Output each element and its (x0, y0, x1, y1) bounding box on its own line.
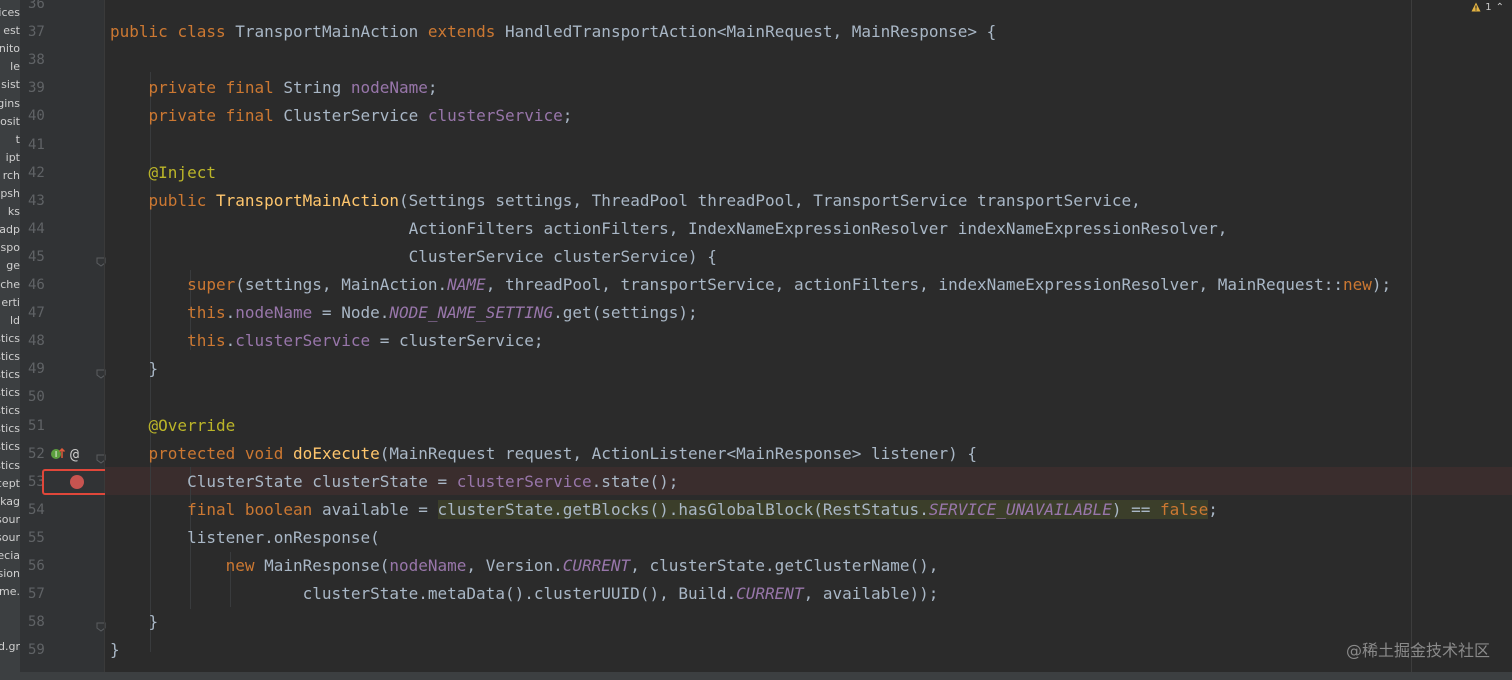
project-tree-item[interactable]: rch (0, 167, 20, 185)
project-tree-item[interactable]: stics (0, 420, 20, 438)
code-line[interactable]: ActionFilters actionFilters, IndexNameEx… (110, 215, 1228, 243)
line-number[interactable]: 48 (28, 327, 56, 355)
project-tree-item[interactable]: d.gr (0, 638, 20, 656)
line-number[interactable]: 40 (28, 102, 56, 130)
project-tree-item[interactable]: kag (0, 493, 20, 511)
project-tree-item[interactable]: ipt (0, 149, 20, 167)
project-tree-item[interactable]: stics (0, 348, 20, 366)
warning-triangle-icon (1471, 2, 1481, 12)
line-number[interactable]: 38 (28, 46, 56, 74)
editor-gutter[interactable]: I @ 36 37 38 39 40 41 42 43 44 45 46 47 48 49 50 51 52 53… (20, 0, 106, 672)
line-number[interactable]: 56 (28, 552, 56, 580)
project-tree-item[interactable]: ecia (0, 547, 20, 565)
line-number[interactable]: 52 (28, 440, 56, 468)
project-tree-panel[interactable]: icesestnitolesistginsosittiptrchpshksead… (0, 0, 20, 672)
project-tree-item[interactable] (0, 601, 20, 619)
code-line[interactable]: @Inject (110, 159, 216, 187)
project-tree-item[interactable]: est (0, 22, 20, 40)
code-line[interactable]: clusterState.metaData().clusterUUID(), B… (110, 580, 939, 608)
watermark: @稀土掘金技术社区 (1345, 641, 1490, 660)
code-line[interactable]: @Override (110, 412, 236, 440)
line-number[interactable]: 50 (28, 383, 56, 411)
inspection-up-arrow[interactable]: ⌃ (1496, 2, 1504, 13)
project-tree-item[interactable]: ld (0, 312, 20, 330)
line-number[interactable]: 44 (28, 215, 56, 243)
project-tree-item[interactable]: t (0, 131, 20, 149)
code-line[interactable]: new MainResponse(nodeName, Version.CURRE… (110, 552, 939, 580)
code-line[interactable]: this.nodeName = Node.NODE_NAME_SETTING.g… (110, 299, 698, 327)
project-tree-item[interactable]: ices (0, 4, 20, 22)
line-number[interactable]: 51 (28, 412, 56, 440)
line-number[interactable]: 49 (28, 355, 56, 383)
project-tree-item[interactable]: nspo (0, 239, 20, 257)
project-tree-item[interactable]: me. (0, 583, 20, 601)
project-tree-item[interactable]: nito (0, 40, 20, 58)
project-tree-item[interactable]: stics (0, 366, 20, 384)
code-line[interactable]: private final String nodeName; (110, 74, 438, 102)
project-tree-item[interactable]: eadp (0, 221, 20, 239)
project-tree-item[interactable]: cept (0, 475, 20, 493)
code-line[interactable]: listener.onResponse( (110, 524, 380, 552)
line-number[interactable]: 58 (28, 608, 56, 636)
project-tree-item[interactable]: sion (0, 565, 20, 583)
project-tree-item[interactable]: tche (0, 276, 20, 294)
project-tree-item[interactable]: ge (0, 257, 20, 275)
project-tree-item[interactable]: sour (0, 529, 20, 547)
code-line[interactable]: public TransportMainAction(Settings sett… (110, 187, 1141, 215)
project-tree-item[interactable]: ks (0, 203, 20, 221)
line-number[interactable]: 54 (28, 496, 56, 524)
line-number[interactable]: 59 (28, 636, 56, 664)
code-line[interactable]: } (110, 608, 159, 636)
project-tree-item[interactable]: stics (0, 402, 20, 420)
line-number[interactable]: 37 (28, 18, 56, 46)
code-line[interactable]: this.clusterService = clusterService; (110, 327, 543, 355)
project-tree-item[interactable]: osit (0, 113, 20, 131)
code-line[interactable]: ClusterService clusterService) { (110, 243, 717, 271)
code-line[interactable]: private final ClusterService clusterServ… (110, 102, 573, 130)
line-number[interactable]: 43 (28, 187, 56, 215)
project-tree-item[interactable]: stics (0, 457, 20, 475)
code-line[interactable]: } (110, 636, 120, 664)
code-line[interactable]: } (110, 355, 159, 383)
project-tree-item[interactable]: gins (0, 95, 20, 113)
project-tree-item[interactable]: stics (0, 384, 20, 402)
line-number[interactable]: 55 (28, 524, 56, 552)
project-tree-item[interactable]: stics (0, 330, 20, 348)
project-tree-item[interactable]: le (0, 58, 20, 76)
project-tree-item[interactable]: erti (0, 294, 20, 312)
line-number[interactable]: 41 (28, 131, 56, 159)
line-number[interactable]: 45 (28, 243, 56, 271)
warning-count: 1 (1485, 1, 1492, 13)
line-number[interactable]: 36 (28, 0, 56, 18)
project-tree-item[interactable]: psh (0, 185, 20, 203)
code-line[interactable]: super(settings, MainAction.NAME, threadP… (110, 271, 1391, 299)
code-line[interactable]: protected void doExecute(MainRequest req… (110, 440, 977, 468)
code-line[interactable]: public class TransportMainAction extends… (110, 18, 996, 46)
code-line[interactable]: ClusterState clusterState = clusterServi… (110, 468, 678, 496)
override-at-icon[interactable]: @ (70, 446, 79, 462)
line-number[interactable]: 39 (28, 74, 56, 102)
project-tree-item[interactable]: sist (0, 76, 20, 94)
line-number[interactable]: 46 (28, 271, 56, 299)
line-number[interactable]: 47 (28, 299, 56, 327)
code-editor[interactable]: public class TransportMainAction extends… (105, 0, 1512, 672)
project-tree-item[interactable]: stics (0, 438, 20, 456)
project-tree-item[interactable]: sour (0, 511, 20, 529)
inspection-widget[interactable]: 1 ⌃ (1471, 0, 1504, 14)
project-tree-item[interactable] (0, 619, 20, 637)
line-number[interactable]: 42 (28, 159, 56, 187)
editor-bottom-bar (0, 672, 1512, 680)
line-number[interactable]: 57 (28, 580, 56, 608)
code-line[interactable]: final boolean available = clusterState.g… (110, 496, 1218, 524)
right-margin-guide (1411, 0, 1412, 672)
